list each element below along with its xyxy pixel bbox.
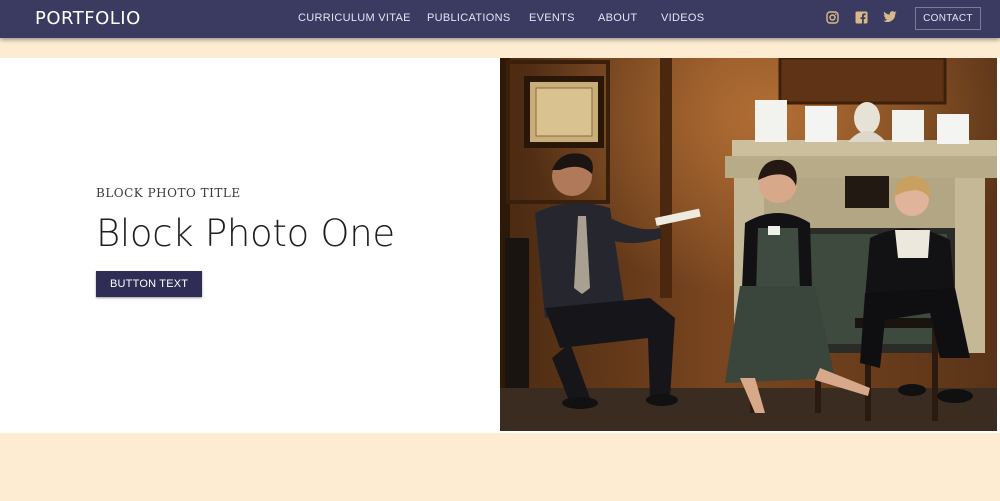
- block-headline: Block Photo One: [96, 212, 395, 255]
- instagram-icon[interactable]: [826, 11, 839, 24]
- block-text-column: BLOCK PHOTO TITLE Block Photo One BUTTON…: [96, 186, 395, 297]
- facebook-icon[interactable]: [855, 11, 868, 24]
- block-photo-section: BLOCK PHOTO TITLE Block Photo One BUTTON…: [0, 58, 1000, 433]
- twitter-icon[interactable]: [883, 11, 897, 23]
- nav-item-curriculum-vitae[interactable]: CURRICULUM VITAE: [298, 12, 411, 24]
- event-photo-illustration: [500, 58, 997, 431]
- nav-item-videos[interactable]: VIDEOS: [661, 12, 704, 24]
- event-photo: [500, 58, 997, 431]
- nav-item-events[interactable]: EVENTS: [529, 12, 575, 24]
- nav-item-about[interactable]: ABOUT: [598, 12, 637, 24]
- site-brand[interactable]: PORTFOLIO: [35, 8, 141, 29]
- top-navigation-bar: PORTFOLIO CURRICULUM VITAE PUBLICATIONS …: [0, 0, 1000, 38]
- nav-item-publications[interactable]: PUBLICATIONS: [427, 12, 510, 24]
- block-cta-button[interactable]: BUTTON TEXT: [96, 270, 203, 297]
- block-eyebrow-title: BLOCK PHOTO TITLE: [96, 186, 241, 200]
- contact-button[interactable]: CONTACT: [915, 7, 981, 30]
